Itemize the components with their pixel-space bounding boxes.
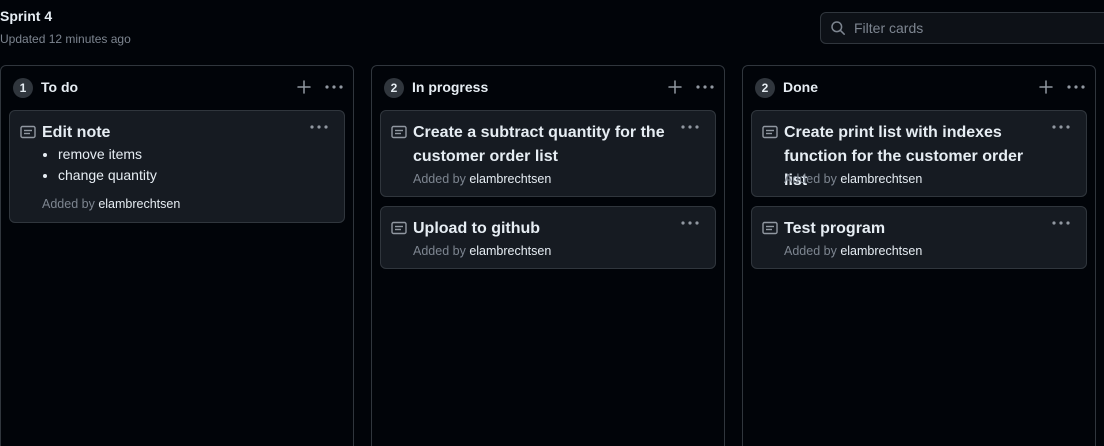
card-print-list[interactable]: Create print list with indexes function … [751,110,1087,197]
author-link[interactable]: elambrechtsen [98,197,180,211]
card-title[interactable]: Edit note [42,121,302,145]
card-test-program[interactable]: Test program Added by elambrechtsen [751,206,1087,269]
column-title: Done [783,79,818,95]
add-card-button[interactable] [665,76,685,98]
kebab-horizontal-icon [696,85,714,89]
card-added-by: Added by elambrechtsen [784,244,922,258]
column-card-count: 2 [755,78,775,98]
card-added-by: Added by elambrechtsen [413,172,551,186]
author-link[interactable]: elambrechtsen [840,172,922,186]
filter-cards-field[interactable] [820,12,1104,44]
column-in-progress: 2 In progress Create a subtract quantity… [371,65,725,446]
column-title: To do [41,79,79,95]
list-item: change quantity [58,165,157,186]
board-title: Sprint 4 [0,8,53,24]
column-menu-button[interactable] [694,76,716,98]
add-card-button[interactable] [294,76,314,98]
column-title: In progress [412,79,489,95]
plus-icon [297,80,311,94]
added-by-label: Added by [413,244,466,258]
added-by-label: Added by [784,172,837,186]
kebab-horizontal-icon [1067,85,1085,89]
note-icon [762,125,778,139]
column-header: 1 To do [1,66,353,108]
card-title[interactable]: Upload to github [413,217,673,241]
kebab-horizontal-icon [1052,221,1070,225]
card-menu-button[interactable] [1050,119,1072,135]
added-by-label: Added by [413,172,466,186]
card-title[interactable]: Test program [784,217,1044,241]
note-icon [20,125,36,139]
card-menu-button[interactable] [679,215,701,231]
added-by-label: Added by [42,197,95,211]
card-added-by: Added by elambrechtsen [413,244,551,258]
kebab-horizontal-icon [325,85,343,89]
card-menu-button[interactable] [308,119,330,135]
card-menu-button[interactable] [679,119,701,135]
card-edit-note[interactable]: Edit note remove items change quantity A… [9,110,345,223]
note-icon [391,221,407,235]
card-menu-button[interactable] [1050,215,1072,231]
card-note-list: remove items change quantity [58,144,157,186]
author-link[interactable]: elambrechtsen [840,244,922,258]
kebab-horizontal-icon [310,125,328,129]
card-added-by: Added by elambrechtsen [42,197,180,211]
column-menu-button[interactable] [1065,76,1087,98]
kebab-horizontal-icon [1052,125,1070,129]
filter-cards-input[interactable] [854,20,1094,36]
card-upload-to-github[interactable]: Upload to github Added by elambrechtsen [380,206,716,269]
author-link[interactable]: elambrechtsen [469,172,551,186]
project-board: Sprint 4 Updated 12 minutes ago 1 To do … [0,0,1104,446]
search-icon [831,21,845,35]
note-icon [762,221,778,235]
column-header: 2 In progress [372,66,724,108]
card-subtract-quantity[interactable]: Create a subtract quantity for the custo… [380,110,716,197]
column-menu-button[interactable] [323,76,345,98]
card-title[interactable]: Create a subtract quantity for the custo… [413,121,673,169]
column-card-count: 1 [13,78,33,98]
plus-icon [668,80,682,94]
card-added-by: Added by elambrechtsen [784,172,922,186]
column-header: 2 Done [743,66,1095,108]
column-to-do: 1 To do Edit note remove items change qu… [0,65,354,446]
plus-icon [1039,80,1053,94]
list-item: remove items [58,144,157,165]
column-card-count: 2 [384,78,404,98]
column-done: 2 Done Create print list with indexes fu… [742,65,1096,446]
added-by-label: Added by [784,244,837,258]
kebab-horizontal-icon [681,221,699,225]
author-link[interactable]: elambrechtsen [469,244,551,258]
board-updated-status: Updated 12 minutes ago [0,32,131,46]
kebab-horizontal-icon [681,125,699,129]
add-card-button[interactable] [1036,76,1056,98]
note-icon [391,125,407,139]
